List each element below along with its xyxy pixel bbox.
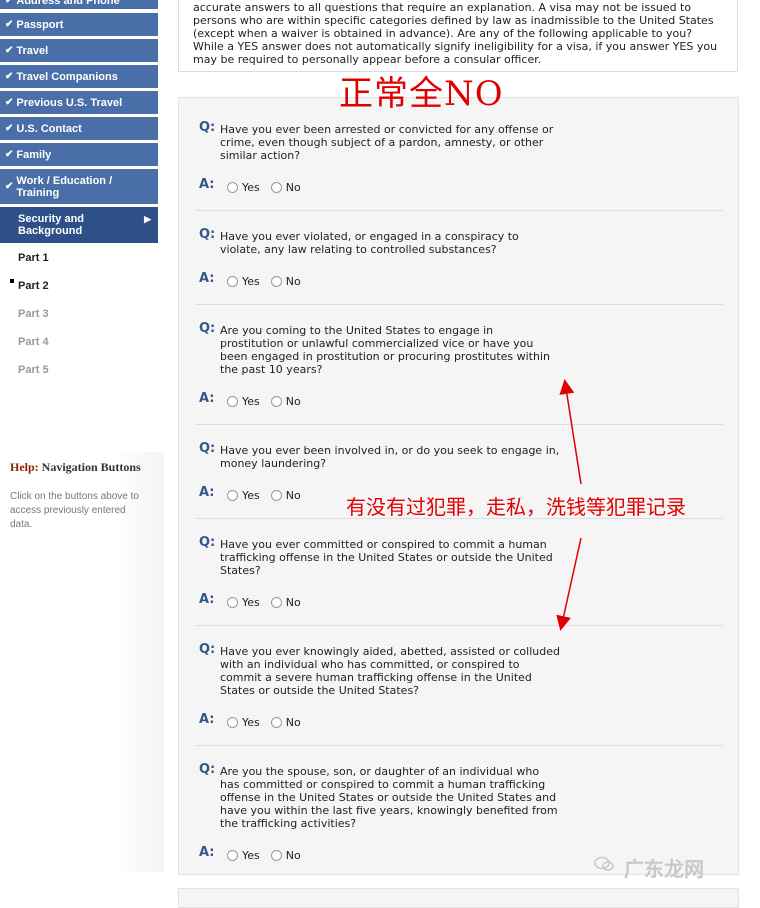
annotation-arrows	[556, 379, 582, 631]
watermark-text: 广东龙网	[624, 857, 704, 881]
arrow-up	[559, 379, 582, 485]
wechat-icon	[594, 856, 614, 871]
arrow-down	[556, 537, 582, 631]
